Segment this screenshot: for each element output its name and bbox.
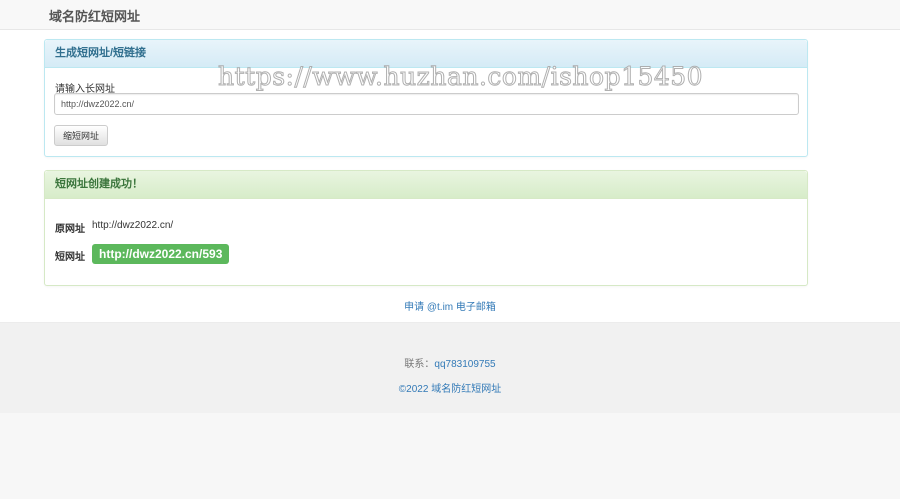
original-url-label: 原网址 (55, 224, 85, 235)
original-url-value: http://dwz2022.cn/ (92, 220, 174, 231)
short-url-label: 短网址 (55, 252, 85, 263)
short-url-badge[interactable]: http://dwz2022.cn/593 (92, 244, 230, 264)
shorten-button[interactable]: 缩短网址 (54, 125, 108, 146)
navbar: 域名防红短网址 (0, 0, 900, 30)
apply-email-link[interactable]: 申请 @t.im 电子邮箱 (0, 298, 900, 313)
footer: 联系：qq783109755 ©2022 域名防红短网址 (0, 322, 900, 413)
contact-qq-link[interactable]: qq783109755 (434, 359, 495, 370)
generate-panel: 生成短网址/短链接 请输入长网址 缩短网址 (44, 39, 808, 157)
footer-copyright-link[interactable]: ©2022 域名防红短网址 (0, 380, 900, 395)
result-panel: 短网址创建成功！ 原网址 http://dwz2022.cn/ 短网址 http… (44, 170, 808, 286)
footer-contact: 联系：qq783109755 (0, 355, 900, 370)
brand-title[interactable]: 域名防红短网址 (49, 6, 140, 25)
long-url-input[interactable] (54, 93, 799, 115)
watermark-text: https://www.huzhan.com/ishop15450 (217, 62, 704, 92)
contact-label: 联系： (404, 359, 435, 370)
result-panel-title: 短网址创建成功！ (45, 171, 807, 199)
